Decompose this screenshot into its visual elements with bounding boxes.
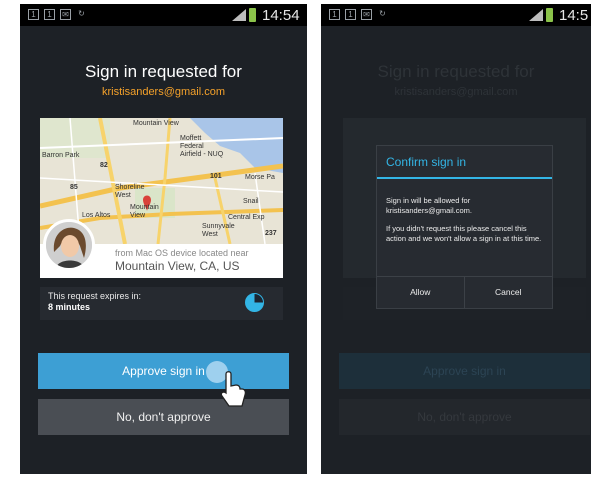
sync-icon: ↻ <box>78 9 85 18</box>
dialog-warning: If you didn't request this please cancel… <box>386 224 542 243</box>
mail-icon: ✉ <box>60 9 71 20</box>
mail-icon: ✉ <box>361 9 372 20</box>
phone-left-screen: 1 1 ✉ ↻ 14:54 Sign in requested for kris… <box>20 4 307 474</box>
notification-icon: 1 <box>329 9 340 20</box>
hand-cursor-icon <box>220 371 247 407</box>
dimmed-decline-button: No, don't approve <box>339 399 590 435</box>
dialog-actions: Allow Cancel <box>377 276 552 308</box>
dialog-message: Sign in will be allowed for kristisander… <box>386 196 472 215</box>
clock: 14:54 <box>262 7 300 24</box>
map-label: Morse Pa <box>245 174 275 181</box>
device-description: from Mac OS device located near <box>115 248 249 258</box>
dont-approve-button[interactable]: No, don't approve <box>38 399 289 435</box>
device-location: Mountain View, CA, US <box>115 259 240 273</box>
status-bar: 1 1 ✉ ↻ 14:5 <box>321 4 591 26</box>
avatar <box>43 219 95 271</box>
confirm-sign-in-dialog: Confirm sign in Sign in will be allowed … <box>376 145 553 309</box>
map-label: Sunnyvale West <box>202 223 235 238</box>
account-email: kristisanders@gmail.com <box>101 86 226 98</box>
timer-pie-icon <box>245 293 264 312</box>
dimmed-approve-button: Approve sign in <box>339 353 590 389</box>
map-label: Mountain View <box>133 120 179 127</box>
map-label: Snail <box>243 198 259 205</box>
approve-sign-in-button[interactable]: Approve sign in <box>38 353 289 389</box>
battery-icon <box>249 8 256 22</box>
user-photo <box>46 222 92 268</box>
map-label: Barron Park <box>42 152 80 159</box>
location-card: Mountain View Moffett Federal Airfield -… <box>40 118 283 278</box>
status-bar: 1 1 ✉ ↻ 14:54 <box>20 4 307 26</box>
battery-icon <box>546 8 553 22</box>
expiry-value: 8 minutes <box>48 302 91 312</box>
expiry-row: This request expires in: 8 minutes <box>40 287 283 320</box>
map-label: Los Altos <box>82 212 111 219</box>
signal-icon <box>232 9 246 21</box>
dimmed-title: Sign in requested for <box>377 62 535 81</box>
map-label: Moffett Federal Airfield - NUQ <box>180 135 224 158</box>
cancel-button[interactable]: Cancel <box>465 277 553 308</box>
sync-icon: ↻ <box>379 9 386 18</box>
expiry-label: This request expires in: <box>48 291 142 301</box>
map-label: Mountain View <box>130 204 159 219</box>
highway-label: 101 <box>210 173 222 180</box>
dialog-body: Sign in will be allowed for kristisander… <box>386 196 546 252</box>
clock: 14:5 <box>559 7 589 24</box>
dialog-title: Confirm sign in <box>386 155 467 169</box>
notification-icon: 1 <box>345 9 356 20</box>
allow-button[interactable]: Allow <box>377 277 465 308</box>
notification-icon: 1 <box>28 9 39 20</box>
phone-right-screen: 1 1 ✉ ↻ 14:5 Sign in requested for krist… <box>321 4 591 474</box>
page-title: Sign in requested for <box>85 62 242 81</box>
notification-icon: 1 <box>44 9 55 20</box>
highway-label: 237 <box>265 230 277 237</box>
dimmed-email: kristisanders@gmail.com <box>394 86 518 98</box>
dialog-divider <box>377 177 552 179</box>
highway-label: 82 <box>100 162 108 169</box>
map-label: Shoreline West <box>115 184 145 199</box>
map-label: Central Exp <box>228 214 265 221</box>
signal-icon <box>529 9 543 21</box>
highway-label: 85 <box>70 184 78 191</box>
